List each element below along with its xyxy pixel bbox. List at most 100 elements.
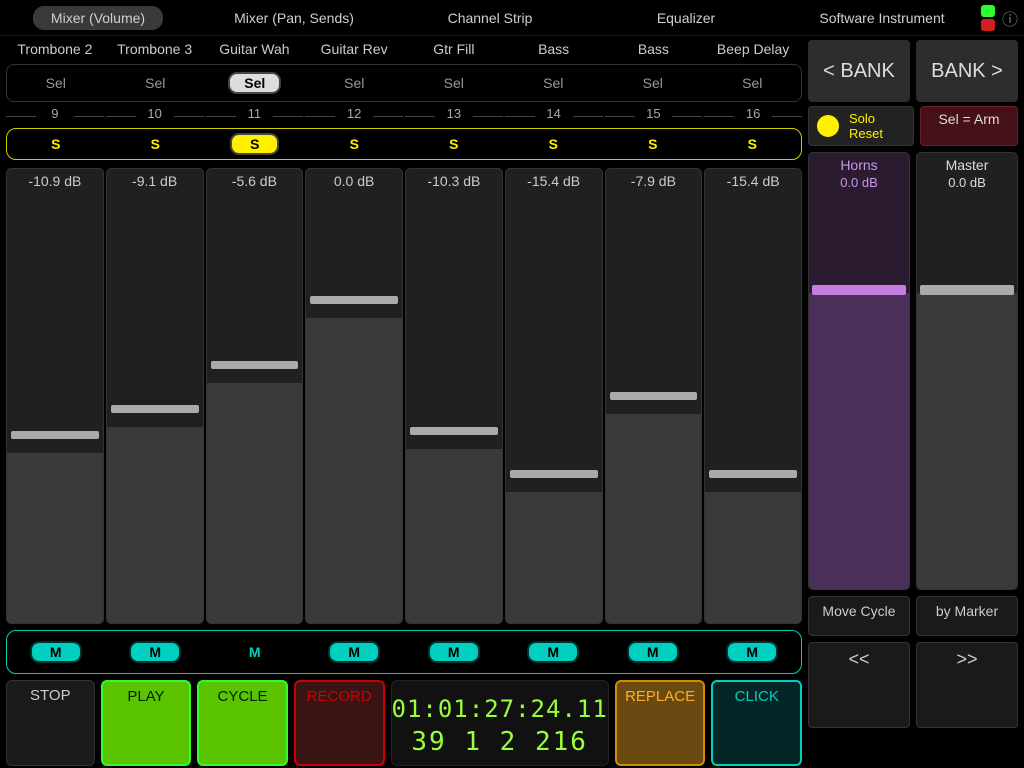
solo-button-10[interactable]: S xyxy=(107,136,205,152)
solo-reset-button[interactable]: SoloReset xyxy=(808,106,914,146)
play-button[interactable]: PLAY xyxy=(101,680,192,766)
master-bus-fader[interactable]: Master 0.0 dB xyxy=(916,152,1018,590)
channel-fader-16[interactable]: -15.4 dB xyxy=(704,168,802,624)
solo-button-14[interactable]: S xyxy=(505,136,603,152)
channel-fader-14[interactable]: -15.4 dB xyxy=(505,168,603,624)
by-marker-button[interactable]: by Marker xyxy=(916,596,1018,636)
sel-row: SelSelSelSelSelSelSelSel xyxy=(6,64,802,102)
channel-name: Beep Delay xyxy=(704,38,802,60)
sel-button-9[interactable]: Sel xyxy=(7,65,105,101)
mute-button-16[interactable]: M xyxy=(704,641,802,663)
channel-name: Guitar Rev xyxy=(305,38,403,60)
channel-db-label: 0.0 dB xyxy=(306,173,402,189)
sel-button-12[interactable]: Sel xyxy=(306,65,404,101)
mute-button-9[interactable]: M xyxy=(7,641,105,663)
led-green xyxy=(981,5,995,17)
fader-cap[interactable] xyxy=(709,470,797,478)
rewind-button[interactable]: << xyxy=(808,642,910,728)
channel-fader-15[interactable]: -7.9 dB xyxy=(605,168,703,624)
channel-fader-12[interactable]: 0.0 dB xyxy=(305,168,403,624)
tab-channel-strip[interactable]: Channel Strip xyxy=(392,0,588,35)
sel-button-14[interactable]: Sel xyxy=(505,65,603,101)
tab-mixer-volume[interactable]: Mixer (Volume) xyxy=(0,0,196,35)
sel-button-15[interactable]: Sel xyxy=(604,65,702,101)
mute-row: MMMMMMMM xyxy=(6,630,802,674)
solo-button-11[interactable]: S xyxy=(206,133,304,155)
channel-number: 14 xyxy=(505,106,603,126)
channel-db-label: -15.4 dB xyxy=(506,173,602,189)
channel-name: Bass xyxy=(505,38,603,60)
fader-cap[interactable] xyxy=(410,427,498,435)
channel-db-label: -10.3 dB xyxy=(406,173,502,189)
mute-button-10[interactable]: M xyxy=(107,641,205,663)
led-red xyxy=(981,19,995,31)
fader-cap[interactable] xyxy=(610,392,698,400)
fader-cap[interactable] xyxy=(111,405,199,413)
sel-button-11[interactable]: Sel xyxy=(206,65,304,101)
replace-button[interactable]: REPLACE xyxy=(615,680,706,766)
tab-software-instrument[interactable]: Software Instrument xyxy=(784,0,980,35)
channel-number: 12 xyxy=(305,106,403,126)
channel-number: 16 xyxy=(704,106,802,126)
channel-name: Gtr Fill xyxy=(405,38,503,60)
channel-name: Guitar Wah xyxy=(206,38,304,60)
channel-db-label: -7.9 dB xyxy=(606,173,702,189)
bank-next-button[interactable]: BANK > xyxy=(916,40,1018,102)
channel-number: 9 xyxy=(6,106,104,126)
solo-button-15[interactable]: S xyxy=(604,136,702,152)
transport: STOP PLAY CYCLE RECORD 01:01:27:24.11 39… xyxy=(6,680,802,766)
timecode-bars: 39 1 2 216 xyxy=(411,727,588,757)
mute-button-14[interactable]: M xyxy=(505,641,603,663)
fader-cap[interactable] xyxy=(11,431,99,439)
master-fader-cap[interactable] xyxy=(920,285,1014,295)
horns-bus-fader[interactable]: Horns 0.0 dB xyxy=(808,152,910,590)
tab-equalizer[interactable]: Equalizer xyxy=(588,0,784,35)
fader-cap[interactable] xyxy=(211,361,299,369)
tab-bar: Mixer (Volume) Mixer (Pan, Sends) Channe… xyxy=(0,0,1024,36)
solo-button-13[interactable]: S xyxy=(405,136,503,152)
channel-number: 15 xyxy=(605,106,703,126)
channel-db-label: -5.6 dB xyxy=(207,173,303,189)
channel-fader-10[interactable]: -9.1 dB xyxy=(106,168,204,624)
sel-arm-button[interactable]: Sel = Arm xyxy=(920,106,1018,146)
tab-mixer-pan-sends[interactable]: Mixer (Pan, Sends) xyxy=(196,0,392,35)
sel-button-13[interactable]: Sel xyxy=(405,65,503,101)
timecode-display: 01:01:27:24.11 39 1 2 216 xyxy=(391,680,609,766)
sel-button-10[interactable]: Sel xyxy=(107,65,205,101)
channel-number: 11 xyxy=(206,106,304,126)
fader-cap[interactable] xyxy=(310,296,398,304)
click-button[interactable]: CLICK xyxy=(711,680,802,766)
channel-db-label: -10.9 dB xyxy=(7,173,103,189)
info-icon[interactable]: ⓘ xyxy=(1000,6,1020,30)
solo-button-16[interactable]: S xyxy=(704,136,802,152)
solo-button-9[interactable]: S xyxy=(7,136,105,152)
channel-name: Trombone 2 xyxy=(6,38,104,60)
mute-button-13[interactable]: M xyxy=(405,641,503,663)
channel-fader-9[interactable]: -10.9 dB xyxy=(6,168,104,624)
faders: -10.9 dB -9.1 dB -5.6 dB 0.0 dB -10.3 dB… xyxy=(6,168,802,624)
stop-button[interactable]: STOP xyxy=(6,680,95,766)
channel-fader-11[interactable]: -5.6 dB xyxy=(206,168,304,624)
bank-prev-button[interactable]: < BANK xyxy=(808,40,910,102)
mute-button-15[interactable]: M xyxy=(604,641,702,663)
channel-db-label: -9.1 dB xyxy=(107,173,203,189)
move-cycle-button[interactable]: Move Cycle xyxy=(808,596,910,636)
fader-cap[interactable] xyxy=(510,470,598,478)
channel-fader-13[interactable]: -10.3 dB xyxy=(405,168,503,624)
channel-number-row: 910111213141516 xyxy=(6,106,802,126)
record-button[interactable]: RECORD xyxy=(294,680,385,766)
mute-button-12[interactable]: M xyxy=(306,641,404,663)
solo-indicator-icon xyxy=(817,115,839,137)
mute-button-11[interactable]: M xyxy=(206,644,304,660)
sel-button-16[interactable]: Sel xyxy=(704,65,802,101)
channel-number: 13 xyxy=(405,106,503,126)
channel-name-row: Trombone 2Trombone 3Guitar WahGuitar Rev… xyxy=(6,38,802,60)
horns-fader-cap[interactable] xyxy=(812,285,906,295)
timecode-smpte: 01:01:27:24.11 xyxy=(392,695,608,723)
cycle-button[interactable]: CYCLE xyxy=(197,680,288,766)
forward-button[interactable]: >> xyxy=(916,642,1018,728)
status-leds xyxy=(980,5,996,31)
channel-name: Bass xyxy=(605,38,703,60)
solo-button-12[interactable]: S xyxy=(306,136,404,152)
solo-reset-label: SoloReset xyxy=(849,111,883,141)
